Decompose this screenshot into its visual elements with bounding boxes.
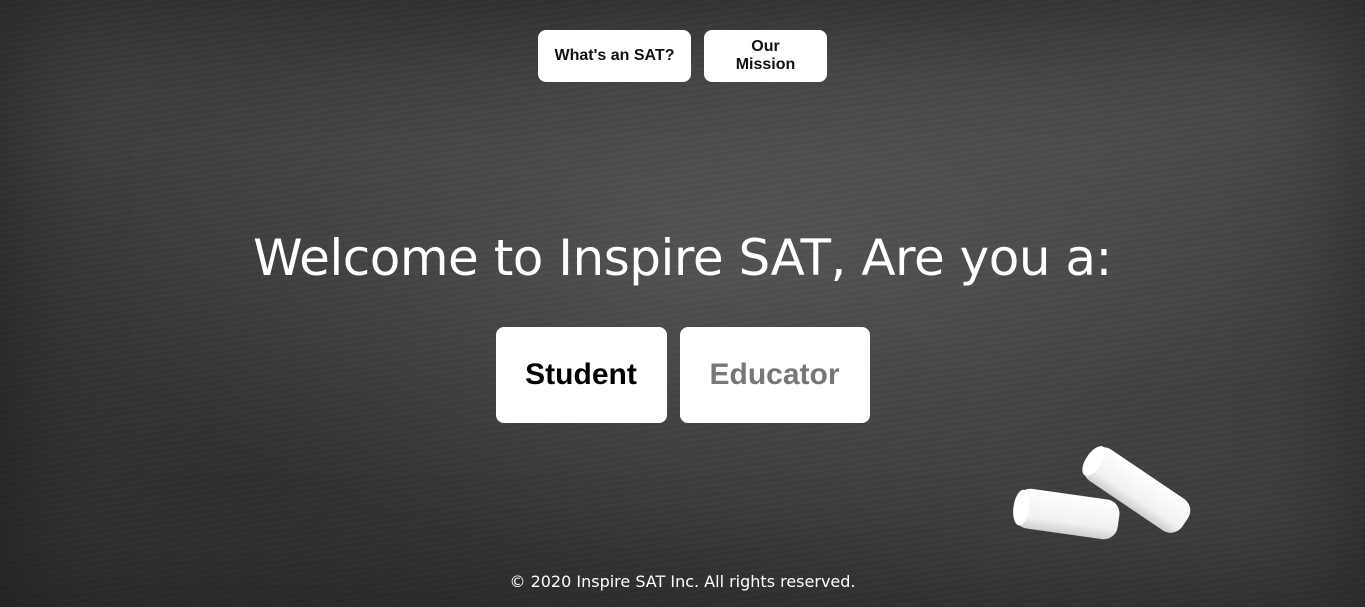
chalk-pieces-icon — [1005, 440, 1205, 560]
student-button[interactable]: Student — [495, 327, 667, 423]
welcome-heading: Welcome to Inspire SAT, Are you a: — [253, 229, 1112, 287]
role-selector: Student Educator — [0, 327, 1365, 423]
footer-copyright: © 2020 Inspire SAT Inc. All rights reser… — [509, 572, 856, 591]
our-mission-button[interactable]: Our Mission — [704, 30, 827, 82]
educator-button[interactable]: Educator — [679, 327, 870, 423]
top-nav: What's an SAT? Our Mission — [0, 30, 1365, 82]
whats-an-sat-button[interactable]: What's an SAT? — [538, 30, 691, 82]
